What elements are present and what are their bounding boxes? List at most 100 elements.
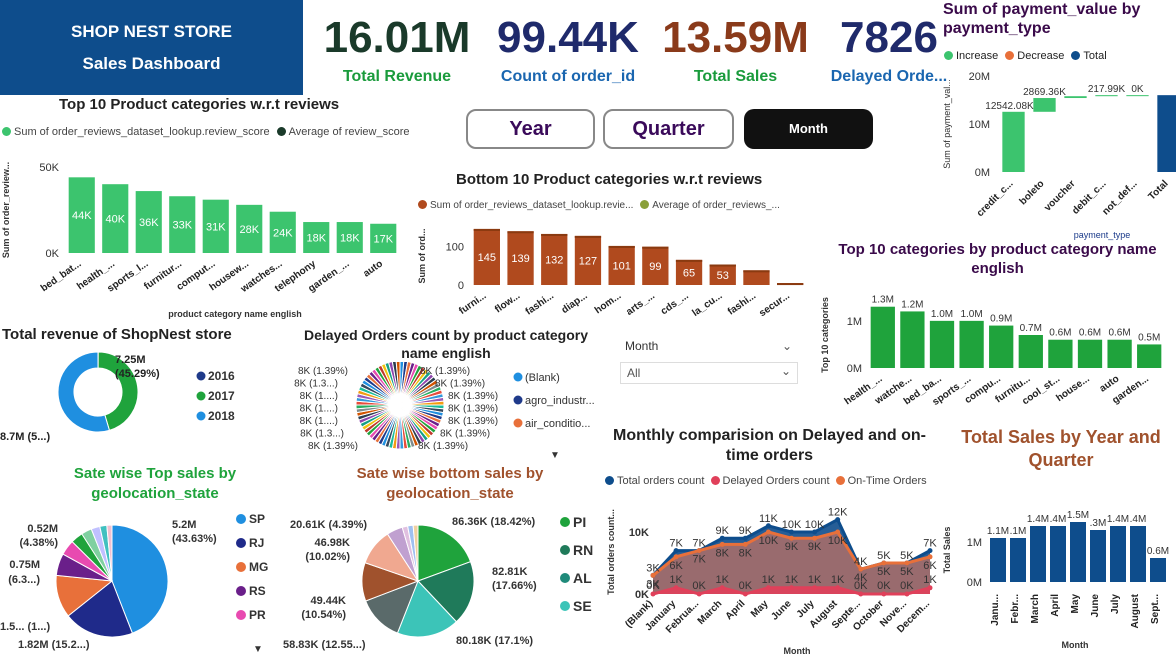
- data-label: 0.9M: [990, 314, 1012, 325]
- y-axis-label: Sum of ord...: [417, 229, 427, 284]
- month-button[interactable]: Month: [744, 109, 873, 149]
- month-slicer-header[interactable]: Month ⌄: [620, 334, 798, 358]
- bottom10-legend: Sum of order_reviews_dataset_lookup.revi…: [418, 200, 780, 211]
- kpi-label: Delayed Orde...: [830, 68, 948, 85]
- kpi-value: 16.01M: [323, 13, 471, 62]
- data-label: 31K: [206, 221, 226, 233]
- kpi-value: 13.59M: [662, 13, 809, 62]
- data-label: 9K: [785, 541, 799, 553]
- x-tick-label: Total: [1146, 178, 1170, 202]
- y-tick-label: 50K: [39, 162, 59, 174]
- data-label: 99: [649, 261, 661, 273]
- top10-legend-sum: Sum of order_reviews_dataset_lookup.revi…: [14, 126, 270, 138]
- top10-title: Top 10 Product categories w.r.t reviews: [59, 96, 340, 113]
- x-tick-label: hom...: [593, 290, 624, 316]
- slicer-value: All: [627, 366, 641, 380]
- legend-dot: [196, 391, 206, 401]
- data-label: 1.0M: [931, 309, 953, 320]
- bottom-states-pie: 86.36K (18.42%) 82.81K (17.66%) 80.18K (17.…: [283, 514, 593, 651]
- line-ontime-point: [835, 529, 841, 535]
- data-label: 1.1M: [987, 526, 1009, 537]
- data-label: .1M: [1010, 526, 1027, 537]
- data-label: 0K: [739, 580, 753, 592]
- data-label: 11K: [759, 513, 778, 525]
- slice-label: 20.61K (4.39%): [290, 519, 367, 531]
- slice-label: (43.63%): [172, 533, 217, 545]
- slice-label: 8K (1....): [300, 404, 338, 415]
- bottom10-legend-sum: Sum of order_reviews_dataset_lookup.revi…: [430, 200, 634, 211]
- x-tick-label: bed_bat...: [39, 258, 84, 294]
- quarter-button[interactable]: Quarter: [603, 109, 734, 149]
- data-label: 127: [579, 255, 597, 267]
- bar-cap: [777, 283, 804, 286]
- kpi-value: 7826: [840, 13, 938, 62]
- increase-legend-dot: [944, 51, 953, 60]
- x-tick-label: secur...: [757, 290, 792, 319]
- line-ontime-point: [719, 541, 725, 547]
- line-delayed-point: [673, 585, 679, 591]
- legend-label: MG: [249, 560, 268, 574]
- legend-dot: [513, 372, 523, 382]
- y-axis-label: Sum of payment_val...: [942, 79, 952, 169]
- line-delayed-point: [881, 591, 887, 597]
- slice-label: 8K (1....): [300, 416, 338, 427]
- monthly-legend-delayed: Delayed Orders count: [722, 475, 830, 487]
- data-label: 10K: [805, 519, 825, 531]
- slice-label: 5.2M: [172, 519, 196, 531]
- kpi-card: 7826 Delayed Orde...: [825, 12, 953, 86]
- data-label: 0.6M: [1049, 328, 1071, 339]
- data-label: 132: [545, 254, 563, 266]
- slice-label: 1.82M (15.2...): [18, 639, 90, 651]
- x-tick-label: August: [1130, 593, 1141, 628]
- slice-label: 8K (1.39%): [308, 441, 358, 452]
- bar: [1077, 339, 1103, 368]
- data-label: 28K: [239, 224, 259, 236]
- waterfall-title: Sum of payment_value by payment_type: [943, 1, 1141, 37]
- data-label: 0K: [692, 580, 706, 592]
- kpi-card: 99.44K Count of order_id: [492, 12, 644, 86]
- x-tick-label: fashi...: [726, 290, 758, 317]
- data-label: 1K: [923, 574, 937, 586]
- x-axis-label: Month: [784, 646, 811, 656]
- x-axis-label: Month: [1062, 640, 1089, 650]
- data-label: 0K: [900, 580, 914, 592]
- monthly-legend-dot-delayed: [710, 476, 720, 485]
- legend-increase: Increase: [956, 50, 999, 62]
- waterfall-bar: [1157, 95, 1176, 172]
- slice-label: 8K (1.39%): [440, 429, 490, 440]
- month-slicer: Month ⌄ All ⌄: [620, 334, 798, 384]
- bottom10-chart: Sum of ord... 100 0 145 furni... 139 flow... 13…: [417, 229, 804, 319]
- line-delayed-point: [765, 585, 771, 591]
- bar: [990, 538, 1006, 582]
- data-label: 0.6M: [1079, 328, 1101, 339]
- x-tick-label: cds_...: [659, 290, 691, 317]
- slice-label: 49.44K: [311, 595, 347, 607]
- legend-label: air_conditio...: [525, 418, 590, 430]
- data-label: 24K: [273, 227, 293, 239]
- quarter-button-label: Quarter: [632, 118, 705, 140]
- chevron-down-icon: ⌄: [780, 364, 791, 378]
- bar: [900, 311, 925, 368]
- bar: [1090, 530, 1106, 582]
- kpi-value: 99.44K: [497, 13, 639, 62]
- bar: [1018, 335, 1043, 368]
- data-label: 1K: [716, 574, 730, 586]
- bar-cap: [675, 259, 703, 262]
- kpi-card: 16.01M Total Revenue: [313, 12, 481, 86]
- x-tick-label: March: [1030, 594, 1041, 623]
- decrease-legend-dot: [1005, 51, 1015, 60]
- caret-down-icon: ▼: [550, 450, 560, 461]
- bar: [1137, 344, 1162, 368]
- bar-cap: [574, 235, 602, 238]
- month-slicer-dropdown[interactable]: All ⌄: [620, 362, 798, 384]
- year-button[interactable]: Year: [466, 109, 595, 149]
- y-tick-label: 0M: [975, 167, 990, 179]
- legend-dot: [236, 514, 246, 524]
- data-label: 33K: [172, 220, 192, 232]
- month-button-label: Month: [789, 121, 828, 136]
- data-label: 139: [511, 253, 529, 265]
- data-label: 10K: [782, 519, 802, 531]
- data-label: .3M: [1090, 518, 1107, 529]
- monthly-legend-dot-total: [605, 476, 614, 485]
- line-delayed-point: [696, 591, 702, 597]
